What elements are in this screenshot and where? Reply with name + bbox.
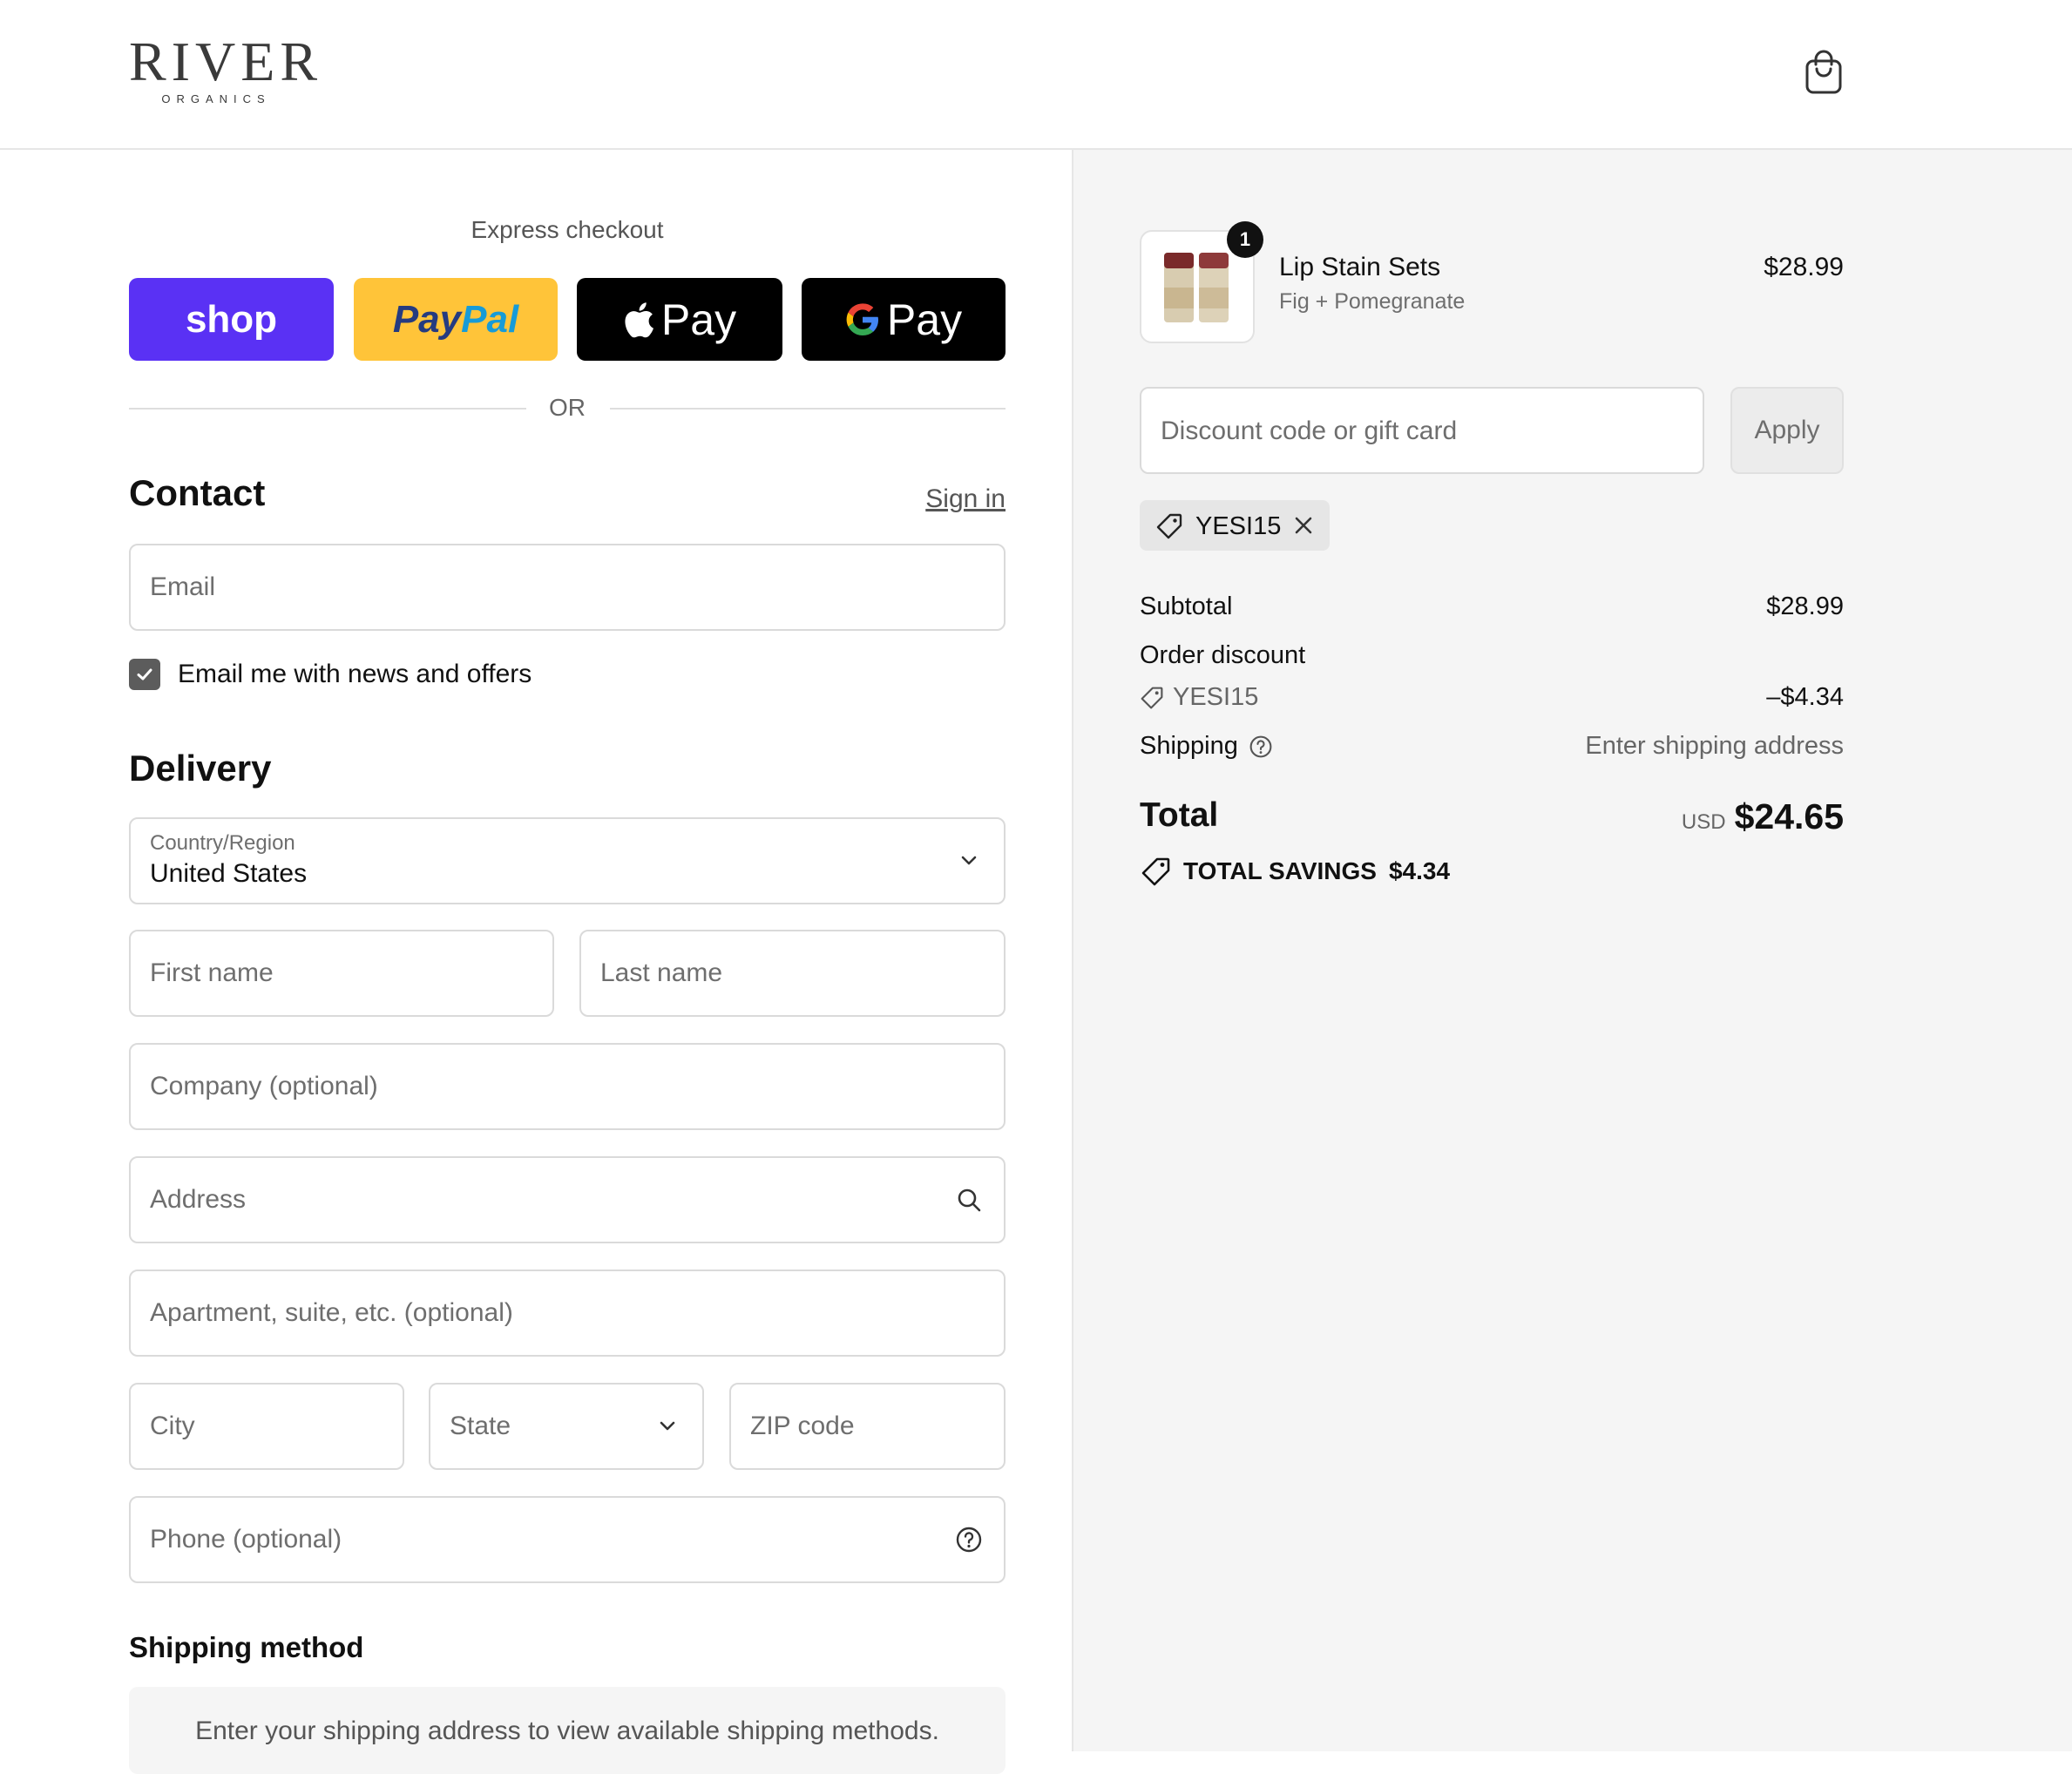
header: RIVER ORGANICS bbox=[0, 0, 2072, 150]
product-price: $28.99 bbox=[1764, 253, 1844, 281]
applied-code-text: YESI15 bbox=[1195, 512, 1282, 540]
first-name-field[interactable]: First name bbox=[129, 930, 554, 1017]
total-savings: TOTAL SAVINGS $4.34 bbox=[1140, 854, 1450, 889]
chevron-down-icon bbox=[660, 1421, 675, 1431]
shipping-method-notice: Enter your shipping address to view avai… bbox=[129, 1687, 1006, 1774]
apply-label: Apply bbox=[1754, 416, 1820, 444]
total-value-row: USD $24.65 bbox=[1481, 796, 1844, 837]
tag-icon bbox=[1141, 857, 1170, 886]
apple-logo-icon bbox=[625, 301, 653, 337]
logo-subtitle: ORGANICS bbox=[161, 92, 271, 105]
paypal-label-pay: Pay bbox=[392, 297, 462, 341]
city-placeholder: City bbox=[150, 1412, 195, 1440]
help-circle-icon[interactable] bbox=[955, 1526, 983, 1554]
or-divider: OR bbox=[129, 390, 1006, 425]
apple-pay-label: Pay bbox=[660, 295, 737, 344]
zip-code-field[interactable]: ZIP code bbox=[729, 1383, 1006, 1470]
subtotal-label: Subtotal bbox=[1140, 592, 1233, 620]
help-circle-icon[interactable] bbox=[1249, 735, 1273, 759]
total-amount: $24.65 bbox=[1734, 796, 1844, 836]
state-select[interactable]: State bbox=[429, 1383, 704, 1470]
zip-placeholder: ZIP code bbox=[750, 1412, 855, 1440]
store-logo[interactable]: RIVER ORGANICS bbox=[129, 30, 322, 110]
order-discount-value: –$4.34 bbox=[1766, 683, 1844, 711]
sign-in-link[interactable]: Sign in bbox=[871, 484, 1006, 514]
order-discount-code: YESI15 bbox=[1173, 683, 1259, 711]
product-name: Lip Stain Sets bbox=[1279, 253, 1441, 281]
newsletter-checkbox[interactable] bbox=[129, 659, 160, 690]
delivery-heading: Delivery bbox=[129, 748, 272, 789]
newsletter-label: Email me with news and offers bbox=[178, 660, 532, 688]
checkmark-icon bbox=[137, 668, 152, 680]
shipping-method-heading: Shipping method bbox=[129, 1631, 364, 1663]
apartment-field[interactable]: Apartment, suite, etc. (optional) bbox=[129, 1270, 1006, 1357]
country-label: Country/Region bbox=[150, 831, 295, 855]
divider-line-right bbox=[610, 408, 1006, 410]
city-field[interactable]: City bbox=[129, 1383, 404, 1470]
company-field[interactable]: Company (optional) bbox=[129, 1043, 1006, 1130]
close-icon[interactable] bbox=[1291, 513, 1316, 538]
total-currency: USD bbox=[1681, 810, 1726, 834]
email-field[interactable]: Email bbox=[129, 544, 1006, 631]
email-placeholder: Email bbox=[150, 572, 216, 601]
shipping-row-label: Shipping bbox=[1140, 732, 1273, 761]
search-icon[interactable] bbox=[955, 1186, 983, 1214]
last-name-field[interactable]: Last name bbox=[579, 930, 1006, 1017]
contact-heading: Contact bbox=[129, 472, 266, 513]
logo-wordmark: RIVER bbox=[129, 30, 322, 92]
google-pay-label: Pay bbox=[886, 295, 963, 344]
order-discount-code-row: YESI15 bbox=[1140, 683, 1258, 712]
shipping-notice-text: Enter your shipping address to view avai… bbox=[195, 1716, 939, 1745]
shopping-bag-icon[interactable] bbox=[1802, 49, 1845, 94]
savings-value: $4.34 bbox=[1388, 857, 1451, 884]
phone-placeholder: Phone (optional) bbox=[150, 1525, 342, 1554]
address-placeholder: Address bbox=[150, 1185, 247, 1214]
savings-label: TOTAL SAVINGS bbox=[1183, 857, 1377, 884]
address-field[interactable]: Address bbox=[129, 1156, 1006, 1243]
express-checkout-label: Express checkout bbox=[471, 216, 664, 243]
discount-code-field[interactable]: Discount code or gift card bbox=[1140, 387, 1704, 474]
product-variant: Fig + Pomegranate bbox=[1279, 289, 1466, 314]
order-discount-label: Order discount bbox=[1140, 641, 1306, 669]
first-name-placeholder: First name bbox=[150, 958, 274, 987]
apply-discount-button[interactable]: Apply bbox=[1730, 387, 1844, 474]
subtotal-value: $28.99 bbox=[1766, 592, 1844, 620]
country-select[interactable]: Country/Region United States bbox=[129, 817, 1006, 904]
google-g-icon bbox=[846, 302, 878, 335]
total-label: Total bbox=[1140, 796, 1219, 834]
shipping-label: Shipping bbox=[1140, 732, 1238, 760]
applied-discount-chip: YESI15 bbox=[1140, 500, 1330, 551]
tag-icon bbox=[1156, 513, 1182, 539]
apple-pay-button[interactable]: Pay bbox=[577, 278, 782, 361]
last-name-placeholder: Last name bbox=[600, 958, 723, 987]
phone-field[interactable]: Phone (optional) bbox=[129, 1496, 1006, 1583]
tag-icon bbox=[1141, 687, 1163, 708]
shipping-value: Enter shipping address bbox=[1585, 732, 1844, 760]
discount-placeholder: Discount code or gift card bbox=[1161, 416, 1458, 445]
paypal-label-pal: Pal bbox=[461, 297, 519, 341]
state-placeholder: State bbox=[450, 1412, 511, 1440]
apartment-placeholder: Apartment, suite, etc. (optional) bbox=[150, 1298, 513, 1327]
newsletter-option[interactable]: Email me with news and offers bbox=[129, 657, 532, 692]
shop-pay-button[interactable]: shop bbox=[129, 278, 334, 361]
paypal-button[interactable]: Pay Pal bbox=[354, 278, 558, 361]
country-value: United States bbox=[150, 859, 308, 888]
company-placeholder: Company (optional) bbox=[150, 1072, 378, 1100]
shop-pay-label: shop bbox=[185, 297, 278, 341]
chevron-down-icon bbox=[961, 856, 977, 865]
google-pay-button[interactable]: Pay bbox=[802, 278, 1006, 361]
quantity-badge: 1 bbox=[1227, 221, 1263, 258]
